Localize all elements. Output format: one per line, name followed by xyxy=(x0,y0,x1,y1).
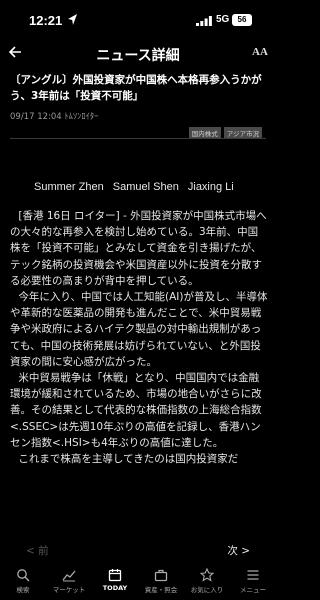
bottom-tab-bar: 検索 マーケット TODAY 資産・照会 お気に入り メニュー xyxy=(0,568,276,600)
battery-icon: 56 xyxy=(232,14,252,26)
tab-favorites[interactable]: お気に入り xyxy=(184,568,230,594)
status-bar: 12:21 5G 56 xyxy=(0,0,276,40)
article-paragraph: [香港 16日 ロイター] - 外国投資家が中国株式市場への大々的な再参入を検討… xyxy=(10,210,267,287)
tab-label: メニュー xyxy=(240,586,266,594)
prev-article-button[interactable]: < 前 xyxy=(26,543,49,558)
article-authors: Summer Zhen Samuel Shen Jiaxing Li xyxy=(34,181,240,193)
search-icon xyxy=(17,569,30,582)
article-body: [香港 16日 ロイター] - 外国投資家が中国株式市場への大々的な再参入を検討… xyxy=(10,208,268,467)
author: Summer Zhen xyxy=(34,181,104,193)
tab-label: TODAY xyxy=(102,584,128,592)
tab-label: 検索 xyxy=(16,586,30,594)
article-paragraph: 米中貿易戦争は「休戦」となり、中国国内では金融環境が緩和されているため、市場の地… xyxy=(10,372,262,449)
menu-icon xyxy=(247,570,259,580)
author: Samuel Shen xyxy=(112,181,179,193)
status-time: 12:21 xyxy=(29,13,63,28)
tab-label: お気に入り xyxy=(190,586,224,594)
tab-market[interactable]: マーケット xyxy=(46,568,92,594)
nav-bar: ニュース詳細 AA xyxy=(0,40,276,68)
font-size-button[interactable]: AA xyxy=(252,46,268,58)
divider xyxy=(10,138,266,139)
article-paragraph: 今年に入り、中国では人工知能(AI)が普及し、半導体や革新的な医薬品の開発も進ん… xyxy=(10,291,268,368)
article-headline: 〔アングル〕外国投資家が中国株へ本格再参入うかがう、3年前は「投資不可能」 xyxy=(10,74,262,102)
article-meta: 09/17 12:04 ﾄﾑｿﾝﾛｲﾀｰ xyxy=(10,112,99,122)
signal-icon xyxy=(196,16,212,26)
chart-icon xyxy=(62,570,76,582)
author: Jiaxing Li xyxy=(187,181,234,193)
page-title: ニュース詳細 xyxy=(96,48,180,64)
tab-assets[interactable]: 資産・照会 xyxy=(138,568,184,594)
article-paragraph: これまで株高を主導してきたのは国内投資家だ xyxy=(18,453,239,466)
bag-icon xyxy=(154,569,168,582)
star-icon xyxy=(200,568,214,582)
tab-label: マーケット xyxy=(52,586,86,594)
calendar-icon xyxy=(108,569,122,582)
article-pager: < 前 次 > xyxy=(0,540,276,562)
network-label: 5G xyxy=(216,14,230,25)
scroll-fade xyxy=(0,512,276,542)
tab-label: 資産・照会 xyxy=(144,586,178,594)
location-icon xyxy=(68,14,77,25)
tab-search[interactable]: 検索 xyxy=(0,568,46,594)
next-article-button[interactable]: 次 > xyxy=(227,543,250,558)
tab-today[interactable]: TODAY xyxy=(92,568,138,592)
tab-menu[interactable]: メニュー xyxy=(230,568,276,594)
